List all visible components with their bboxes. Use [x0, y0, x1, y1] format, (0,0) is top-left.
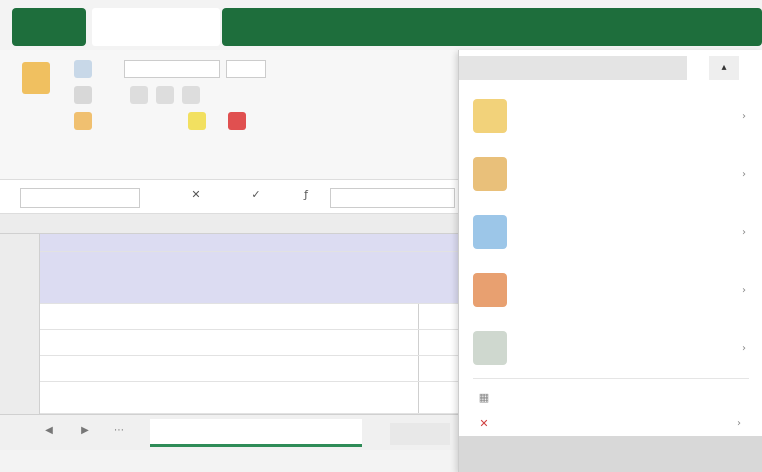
column-header-row [0, 214, 458, 234]
name-box[interactable] [20, 188, 140, 208]
fx-icon[interactable]: ƒ [296, 188, 316, 208]
status-bar [0, 450, 458, 472]
chevron-right-icon: › [742, 342, 746, 354]
row-header[interactable] [0, 356, 40, 382]
chevron-right-icon: › [737, 417, 741, 429]
sheet-more-icon[interactable]: ⋯ [110, 425, 128, 441]
bold-icon[interactable] [130, 86, 148, 104]
sheet-prev-icon[interactable]: ◀ [40, 425, 58, 441]
cut-icon[interactable] [74, 60, 92, 78]
fill-color-icon[interactable] [188, 112, 206, 130]
row-header[interactable] [0, 304, 40, 330]
sheet-tab-bar: ◀ ▶ ⋯ [0, 414, 458, 450]
menu-item-cell-styles[interactable]: › [459, 204, 762, 260]
chevron-right-icon: › [742, 110, 746, 122]
grid-row[interactable] [40, 304, 458, 330]
menu-divider [473, 378, 749, 379]
new-rule-icon: ▦ [478, 390, 490, 404]
cancel-icon[interactable]: ✕ [186, 188, 206, 208]
chevron-right-icon: › [742, 226, 746, 238]
copy-icon[interactable] [74, 86, 92, 104]
menu-item-manage-rules[interactable] [459, 436, 762, 472]
ribbon-body [0, 50, 458, 180]
icon-sets-icon [473, 331, 507, 365]
menu-item-format-as-table[interactable]: › [459, 146, 762, 202]
menu-item-conditional-formatting[interactable]: › [459, 88, 762, 144]
conditional-format-icon [473, 99, 507, 133]
paste-icon[interactable] [22, 62, 50, 94]
color-scales-icon [473, 273, 507, 307]
menu-item-icon-sets[interactable]: › [459, 320, 762, 376]
ribbon-tab-bar [0, 0, 762, 50]
format-table-icon [473, 157, 507, 191]
cell-styles-icon [473, 215, 507, 249]
menu-item-new-rule[interactable]: ▦ [459, 384, 762, 410]
styles-dropdown-menu: ▴ › › › › › ▦ ✕ › [458, 50, 762, 472]
menu-item-color-scales[interactable]: › [459, 262, 762, 318]
tab-file[interactable] [12, 8, 86, 46]
chevron-right-icon: › [742, 168, 746, 180]
menu-item-clear-rules[interactable]: ✕ › [459, 410, 762, 436]
grid-row[interactable] [40, 356, 458, 382]
row-header[interactable] [0, 234, 40, 252]
dropdown-collapse-icon[interactable]: ▴ [709, 56, 739, 80]
grid-row[interactable] [40, 330, 458, 356]
clear-rules-icon: ✕ [479, 416, 489, 430]
font-color-icon[interactable] [228, 112, 246, 130]
font-name-select[interactable] [124, 60, 220, 78]
sheet-next-icon[interactable]: ▶ [76, 425, 94, 441]
add-sheet-button[interactable] [390, 423, 450, 445]
ribbon-tabs [222, 8, 762, 46]
font-size-select[interactable] [226, 60, 266, 78]
grid-row[interactable] [40, 382, 458, 414]
row-header[interactable] [0, 382, 40, 414]
row-header[interactable] [0, 330, 40, 356]
grid-row[interactable] [40, 234, 458, 252]
spreadsheet-grid [0, 214, 458, 414]
sheet-tab-active[interactable] [150, 419, 362, 447]
format-painter-icon[interactable] [74, 112, 92, 130]
dropdown-header[interactable] [459, 56, 687, 80]
formula-input[interactable] [330, 188, 455, 208]
row-header[interactable] [0, 252, 40, 304]
grid-row-title[interactable] [40, 252, 458, 304]
confirm-icon[interactable]: ✓ [246, 188, 266, 208]
tab-active[interactable] [92, 8, 220, 46]
formula-bar: ✕ ✓ ƒ [0, 180, 458, 214]
underline-icon[interactable] [182, 86, 200, 104]
chevron-right-icon: › [742, 284, 746, 296]
italic-icon[interactable] [156, 86, 174, 104]
